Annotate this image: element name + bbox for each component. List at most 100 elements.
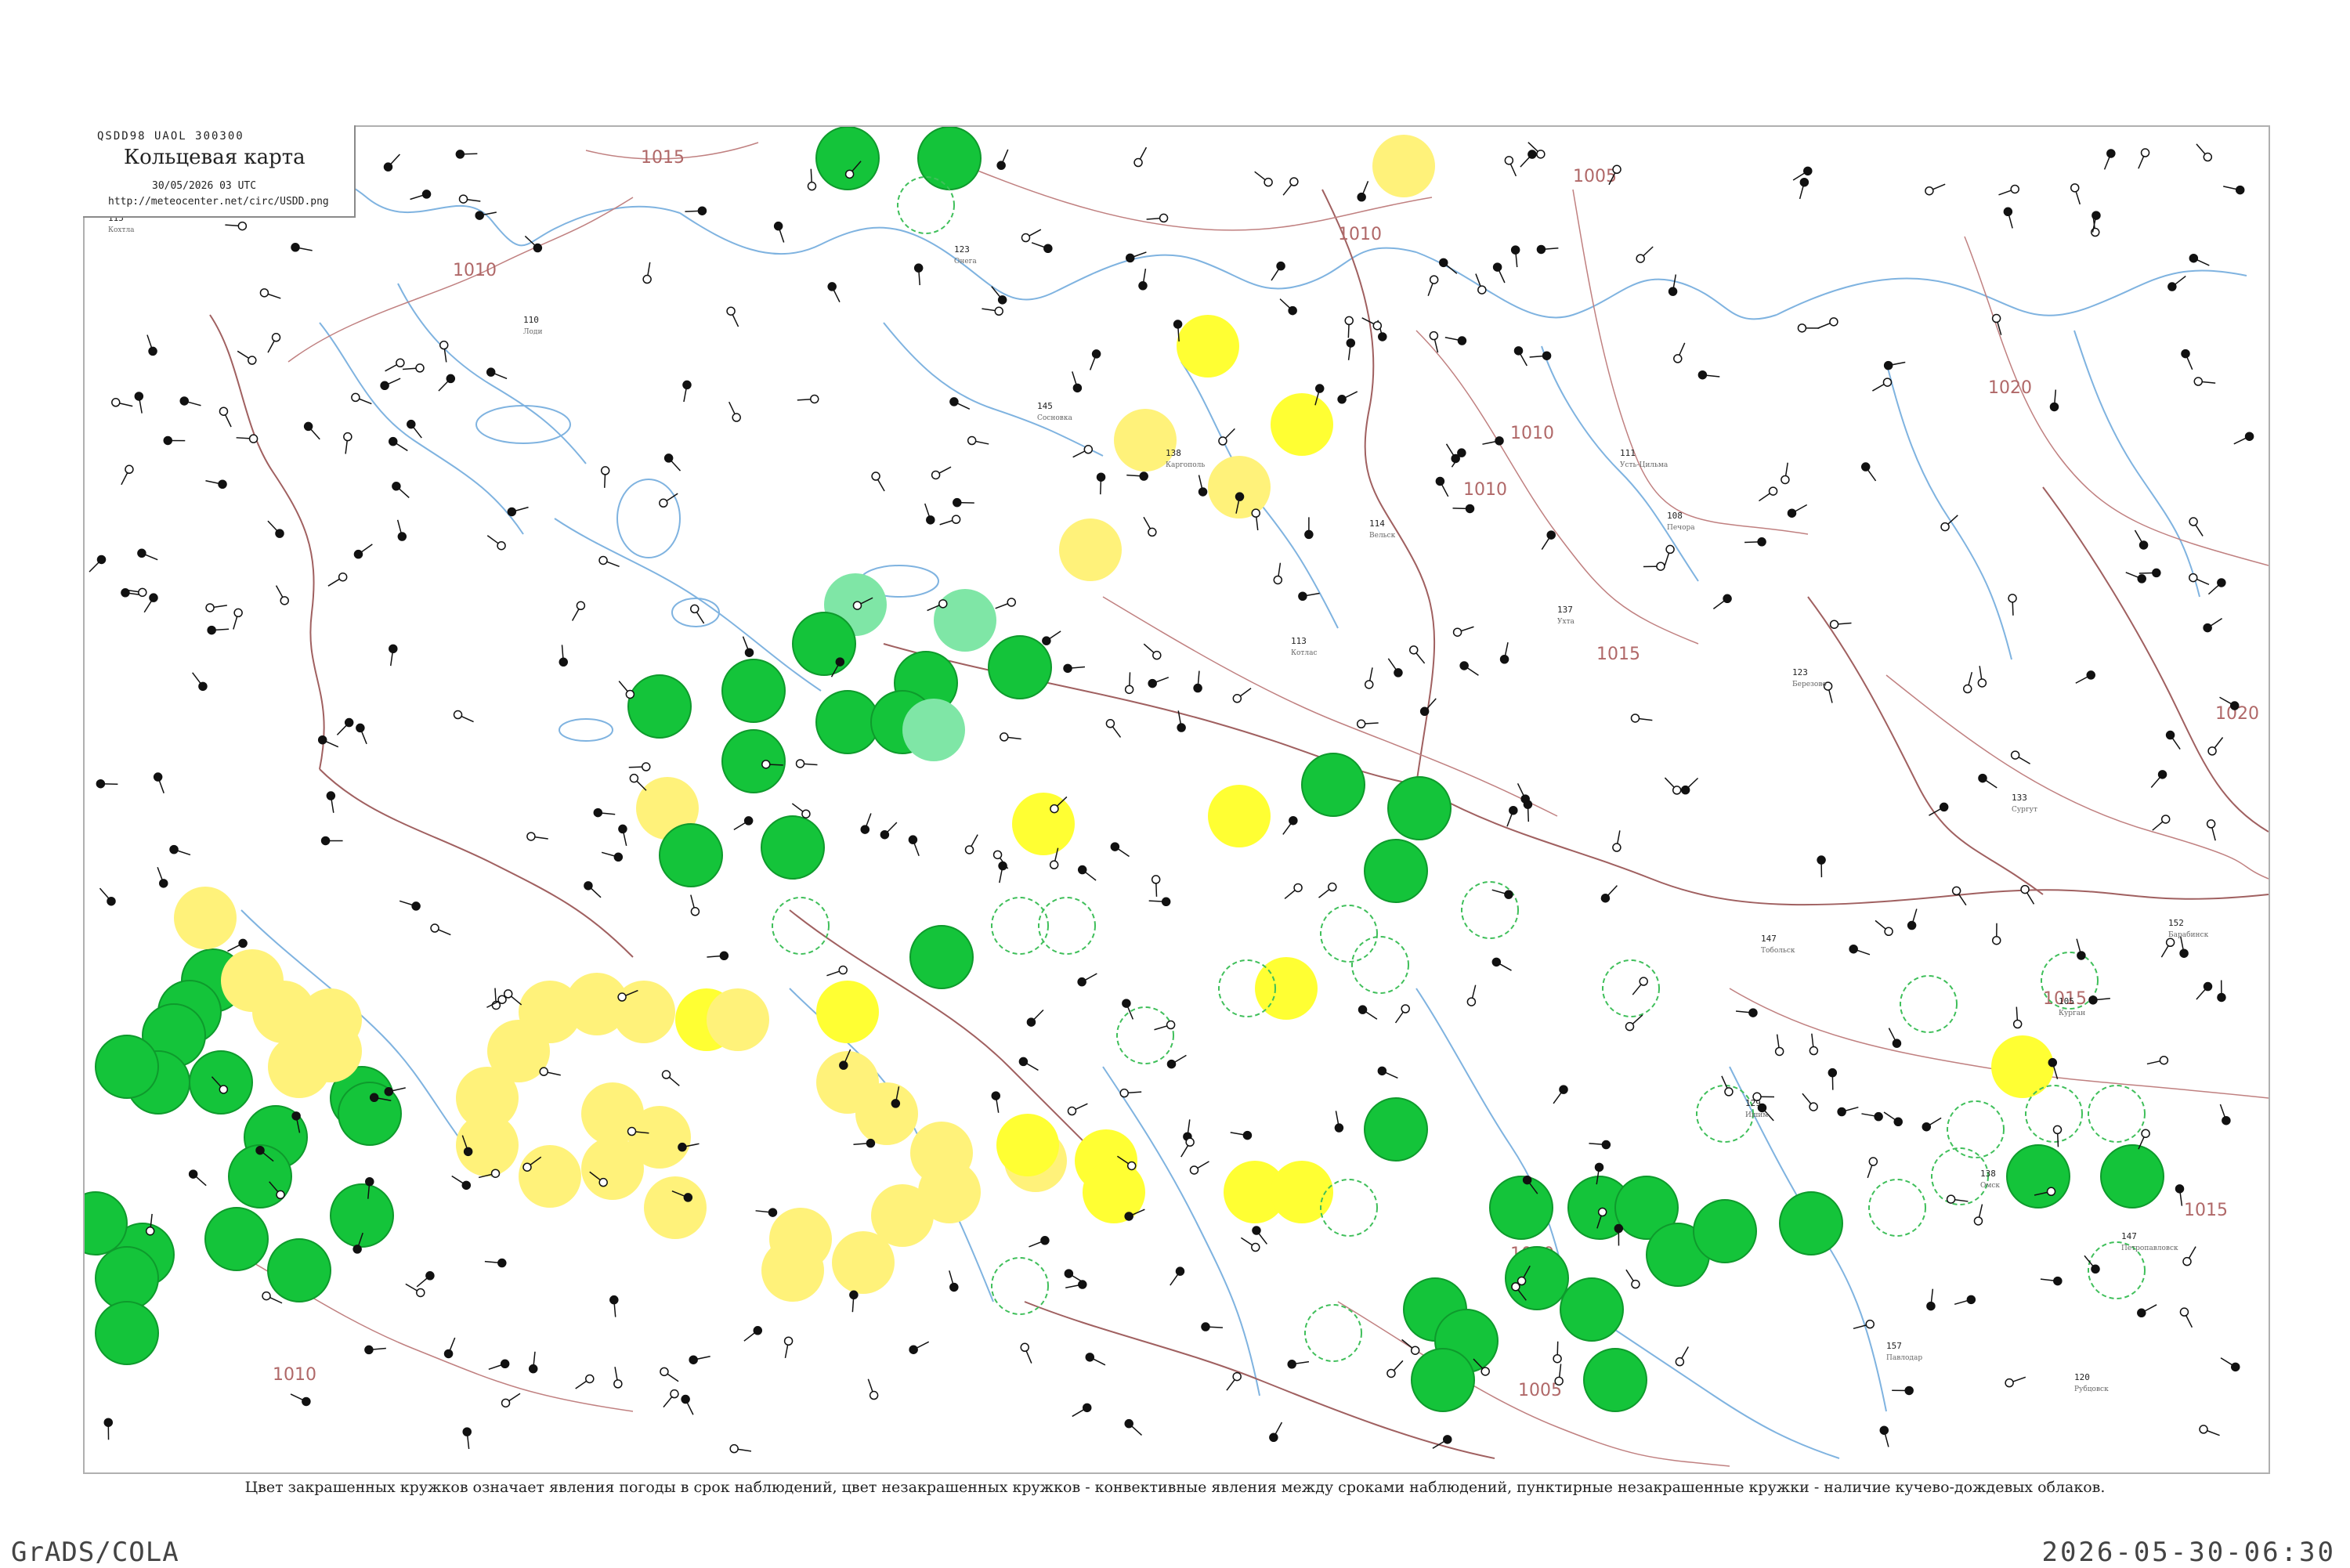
station-glyph [193,673,207,691]
station-glyph [487,368,507,378]
station-glyph [1347,339,1354,360]
station-glyph [406,1284,425,1296]
weather-marker [1039,898,1095,954]
station-glyph [1643,562,1665,570]
station-glyph [1148,677,1169,688]
weather-marker [816,127,879,190]
weather-marker [1412,1349,1474,1411]
weather-marker [1012,793,1075,855]
station-glyph [268,334,280,352]
station-glyph [685,207,706,215]
station-glyph [190,1170,207,1186]
station-glyph [1362,318,1382,330]
weather-marker [1208,456,1271,518]
station-glyph [225,222,246,230]
weather-marker [855,1082,918,1145]
station-glyph [1788,505,1806,518]
station-glyph [1632,977,1647,995]
station-glyph [1979,775,1997,788]
weather-marker [581,1137,644,1200]
station-num: 105 [2059,996,2074,1006]
station-glyph [2138,1129,2149,1149]
station-glyph [237,435,258,443]
station-glyph [354,544,372,558]
station-name: Онега [954,258,977,266]
station-glyph [417,1272,434,1287]
station-glyph [1345,316,1353,338]
station-name: Ишим [1745,1111,1768,1119]
map-title: Кольцевая карта [124,146,306,169]
station-glyph [1170,1267,1184,1285]
weather-marker [761,816,824,879]
station-name: Березово [1792,681,1827,688]
station-glyph [1849,945,1870,955]
isobar-1010-ural: 1010 [1510,424,1554,443]
weather-marker [934,589,996,652]
station-glyph [180,397,201,406]
station-glyph [663,1071,680,1086]
station-glyph [1064,664,1085,672]
station-glyph [1518,783,1530,803]
weather-marker [1991,1035,2054,1098]
station-glyph [2189,574,2209,585]
station-glyph [2218,980,2225,1001]
station-glyph [968,437,989,445]
station-name: Омск [1980,1182,2000,1190]
station-glyph [1359,1006,1377,1019]
station-glyph [1867,1158,1877,1178]
station-glyph [2071,184,2081,204]
station-glyph [2041,1277,2062,1285]
weather-marker [772,898,829,954]
station-glyph [1515,347,1528,366]
weather-marker [644,1176,707,1239]
station-glyph [619,681,634,699]
station-glyph [1553,1342,1561,1363]
weather-marker [96,1302,158,1364]
isobar-1020-ne: 1020 [1988,378,2032,398]
station-glyph [121,465,133,485]
weather-marker [96,1035,158,1098]
station-glyph [454,711,474,722]
station-glyph [1338,392,1358,403]
station-num: 114 [1369,518,1385,529]
station-glyph [1410,646,1425,663]
station-num: 157 [1886,1341,1902,1351]
station-glyph [2208,737,2222,754]
station-glyph [1139,269,1147,290]
station-glyph [2004,208,2012,228]
weather-marker [1780,1192,1842,1255]
station-glyph [925,504,935,524]
isobar-1010-sw: 1010 [273,1365,316,1385]
weather-marker [992,898,1048,954]
station-glyph [319,736,338,747]
weather-marker [761,1239,824,1302]
station-glyph [1505,157,1516,176]
station-glyph [1810,1034,1817,1055]
station-glyph [1283,817,1297,835]
station-glyph [1072,371,1082,392]
station-glyph [2182,350,2193,370]
station-glyph [797,760,818,768]
weather-marker [2007,1145,2070,1208]
station-glyph [389,645,397,666]
station-glyph [1134,147,1146,166]
observation-time: 30/05/2026 03 UTC [152,180,256,192]
weather-marker [1271,393,1333,456]
station-glyph [660,1367,678,1381]
station-glyph [1978,666,1986,687]
station-name: Кохтла [108,226,135,234]
station-glyph [208,627,229,634]
station-glyph [1027,1010,1043,1026]
station-glyph [1299,592,1320,600]
weather-marker [2088,1086,2145,1142]
station-glyph [154,773,164,793]
station-glyph [614,1367,622,1388]
station-glyph [1335,1111,1343,1132]
station-glyph [1674,343,1685,363]
station-glyph [1954,1295,1975,1304]
station-glyph [1199,475,1207,496]
weather-marker [722,659,785,722]
station-glyph [356,724,367,743]
station-glyph [1283,178,1298,195]
station-glyph [1542,531,1555,549]
